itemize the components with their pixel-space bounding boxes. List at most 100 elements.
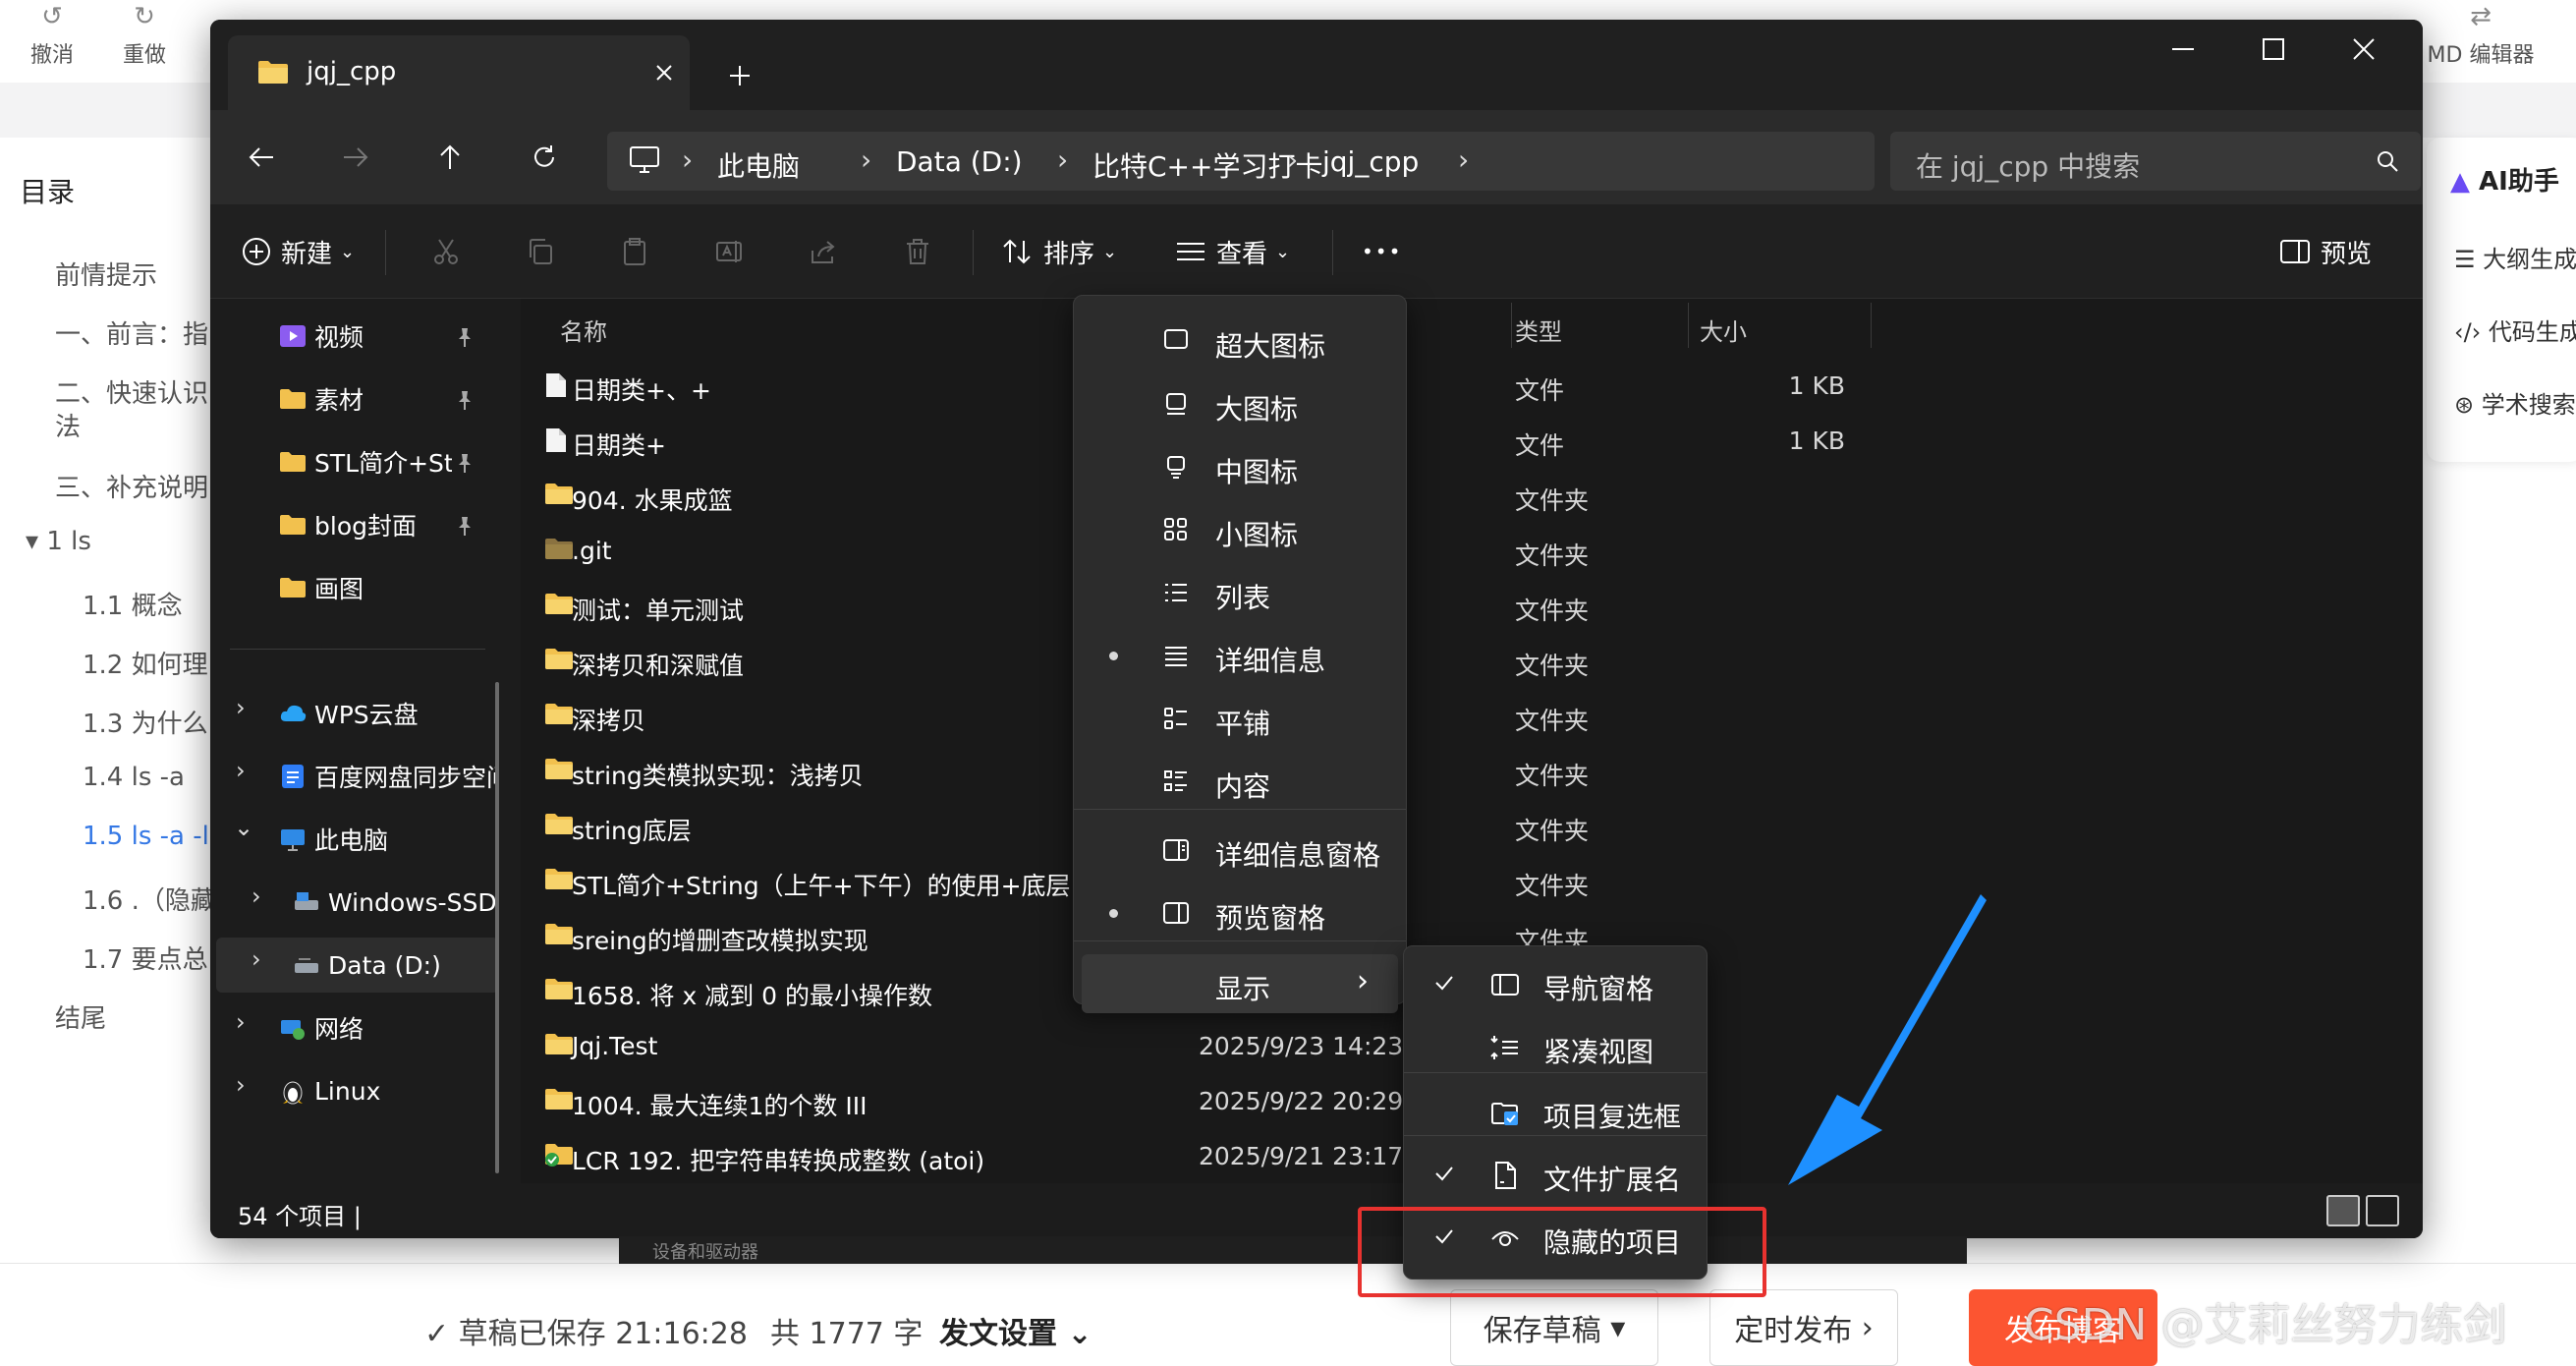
save-draft-button[interactable]: 保存草稿 ▾ [1450,1289,1658,1366]
folder-icon [544,647,573,670]
toc-item[interactable]: 1.1 概念 [83,586,183,622]
view-menu-item[interactable]: 平铺 [1082,689,1398,748]
nav-item-network[interactable]: 网络 [279,1000,364,1055]
new-button[interactable]: 新建 ⌄ [242,226,355,277]
nav-item-this-pc[interactable]: 此电脑 [279,812,388,867]
toc-item[interactable]: 三、补充说明 [55,468,208,504]
toc-item[interactable]: 1.6 .（隐藏 [83,881,211,917]
maximize-button[interactable] [2228,20,2319,79]
expand-chevron-icon[interactable]: › [236,694,246,721]
copy-icon[interactable] [523,234,558,269]
show-submenu-item[interactable]: 项目复选框 [1410,1082,1701,1143]
expand-chevron-icon[interactable]: › [236,757,246,784]
toc-item[interactable]: 一、前言：指 [55,314,208,351]
view-menu-item[interactable]: 列表 [1082,563,1398,622]
sort-button[interactable]: 排序 ⌄ [1002,226,1117,277]
back-button[interactable] [234,130,289,185]
view-menu-item[interactable]: 中图标 [1082,437,1398,496]
nav-item-materials[interactable]: 素材 [279,371,364,427]
view-menu-item[interactable]: 小图标 [1082,500,1398,559]
rename-icon[interactable] [711,234,747,269]
nav-item-drawing[interactable]: 画图 [279,560,364,615]
large-icons-toggle-icon[interactable] [2366,1195,2399,1226]
caret-down-icon: ▾ [1600,1310,1626,1345]
nav-item-video[interactable]: 视频 [279,309,364,364]
minimize-button[interactable] [2138,20,2228,79]
navigation-bar: › 此电脑 › Data (D:) › 比特C++学习打卡 › jqj_cpp … [210,110,2423,204]
expand-chevron-icon[interactable]: › [252,882,261,910]
toc-item[interactable]: 法 [55,407,81,443]
show-submenu-item[interactable]: 导航窗格 [1410,954,1701,1015]
collapse-chevron-icon[interactable]: ⌄ [234,814,253,841]
view-button[interactable]: 查看 ⌄ [1175,226,1290,277]
ai-code-button[interactable]: ‹/› 代码生成 [2454,313,2576,347]
view-menu-item[interactable]: 预览窗格 [1082,883,1398,942]
toc-item[interactable]: 1.4 ls -a [83,763,185,792]
nav-item-wps-cloud[interactable]: WPS云盘 [279,686,419,741]
arrow-up-icon [440,144,460,169]
nav-item-blog-cover[interactable]: blog封面 [279,497,417,552]
up-button[interactable] [422,130,477,185]
delete-icon[interactable] [900,234,935,269]
expand-chevron-icon[interactable]: › [252,945,261,973]
expand-chevron-icon[interactable]: › [236,1008,246,1036]
toc-item[interactable]: ▾ 1 ls [26,527,91,556]
file-date: 2025/9/21 23:17 [1199,1142,1404,1170]
breadcrumb-this-pc[interactable]: 此电脑 [717,145,800,185]
file-type: 文件夹 [1515,872,1590,900]
md-editor-button[interactable]: ⇄ MD 编辑器 [2417,0,2545,75]
more-options-button[interactable]: ••• [1362,226,1402,277]
nav-item-stl[interactable]: STL简介+Stri [279,434,452,489]
address-bar[interactable]: › 此电脑 › Data (D:) › 比特C++学习打卡 › jqj_cpp … [607,132,1875,191]
ai-outline-button[interactable]: ☰ 大纲生成 [2454,240,2576,274]
expand-chevron-icon[interactable]: › [236,1071,246,1099]
view-menu-item[interactable]: 超大图标 [1082,312,1398,370]
ai-scholar-button[interactable]: ⊛ 学术搜索 [2454,385,2576,420]
undo-button[interactable]: ↺ 撤消 [18,0,86,75]
toc-item[interactable]: 1.2 如何理 [83,645,208,681]
toc-item[interactable]: 结尾 [55,998,106,1035]
column-header-size[interactable]: 大小 [1700,313,1747,347]
nav-item-baidu-sync[interactable]: 百度网盘同步空间 [279,749,499,804]
schedule-button[interactable]: 定时发布 › [1709,1289,1898,1366]
paste-icon[interactable] [617,234,652,269]
refresh-button[interactable] [517,130,572,185]
pin-icon[interactable] [454,326,476,348]
preview-pane-button[interactable]: 预览 [2279,226,2372,277]
cut-icon[interactable] [428,234,464,269]
view-menu-item[interactable]: 内容 [1082,752,1398,811]
nav-scrollbar[interactable] [495,682,499,1173]
tab-jqj-cpp[interactable]: jqj_cpp [228,35,690,110]
folder-icon [280,452,306,472]
share-icon[interactable] [806,234,841,269]
nav-item-data-d[interactable]: Data (D:) [293,938,441,993]
toc-item[interactable]: 1.7 要点总 [83,939,208,976]
view-menu-item[interactable]: 详细信息窗格 [1082,821,1398,880]
nav-item-windows-ssd[interactable]: Windows-SSD [293,875,499,930]
redo-button[interactable]: ↻ 重做 [110,0,179,75]
pin-icon[interactable] [454,452,476,474]
close-window-button[interactable] [2319,20,2409,79]
new-tab-icon[interactable] [727,63,753,88]
column-header-name[interactable]: 名称 [560,313,607,347]
view-menu-item[interactable]: 详细信息 [1082,626,1398,685]
post-settings-button[interactable]: 发文设置 ⌄ [939,1309,1092,1352]
toc-item[interactable]: 1.3 为什么 [83,704,208,740]
show-submenu-item[interactable]: 紧凑视图 [1410,1017,1701,1078]
pin-icon[interactable] [454,389,476,411]
breadcrumb-data-d[interactable]: Data (D:) [896,145,1023,178]
view-menu-item[interactable]: 大图标 [1082,374,1398,433]
show-submenu-item[interactable]: 文件扩展名 [1410,1145,1701,1206]
breadcrumb-current[interactable]: jqj_cpp [1322,145,1419,178]
toc-item-active[interactable]: 1.5 ls -a -l [83,822,209,851]
search-box[interactable]: 在 jqj_cpp 中搜索 [1890,132,2421,191]
forward-button[interactable] [328,130,383,185]
toc-item[interactable]: 前情提示 [55,256,157,292]
column-header-type[interactable]: 类型 [1515,313,1562,347]
view-menu-item[interactable]: 显示 › [1082,954,1398,1013]
close-tab-icon[interactable] [654,63,674,83]
nav-item-linux[interactable]: Linux [279,1063,380,1118]
details-view-toggle-icon[interactable] [2326,1195,2360,1226]
toc-item[interactable]: 二、快速认识 [55,373,208,410]
pin-icon[interactable] [454,515,476,537]
